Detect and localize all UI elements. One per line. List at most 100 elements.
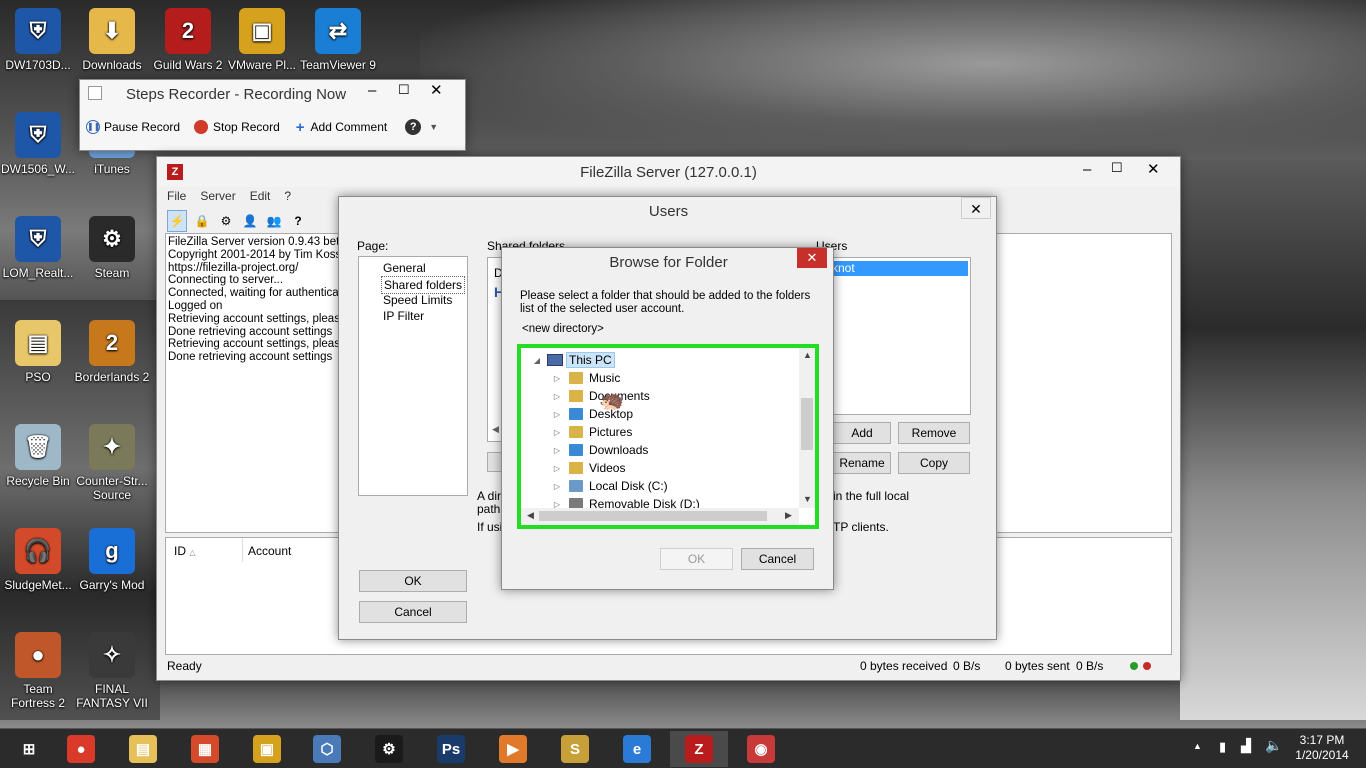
cancel-button[interactable]: Cancel — [359, 601, 467, 623]
battery-icon[interactable]: ▮ — [1219, 739, 1226, 755]
settings-icon[interactable]: ⚙ — [217, 214, 235, 228]
taskbar-vmware[interactable]: ▣ — [238, 731, 296, 767]
maximize-button[interactable]: ☐ — [1111, 160, 1123, 176]
user-item[interactable]: knot — [830, 261, 968, 276]
vertical-scrollbar[interactable]: ▲ ▼ — [799, 348, 815, 508]
groups-icon[interactable]: 👥 — [265, 214, 283, 228]
taskbar-steps-recorder[interactable]: ◉ — [732, 731, 790, 767]
chevron-down-icon[interactable]: ▼ — [429, 122, 438, 132]
show-hidden-icons-icon[interactable]: ▲ — [1193, 741, 1202, 751]
add-user-button[interactable]: Add — [833, 422, 891, 444]
close-button[interactable]: ✕ — [961, 197, 991, 219]
taskbar-filezilla[interactable]: Z — [670, 731, 728, 767]
menu-edit[interactable]: Edit — [250, 189, 271, 207]
desktop-icon[interactable]: ⛨ DW1703D... — [0, 8, 76, 72]
desktop-icon[interactable]: ⇄ TeamViewer 9 — [300, 8, 376, 72]
network-icon[interactable]: ▟ — [1241, 738, 1251, 754]
folder-icon — [569, 462, 583, 474]
desktop-icon[interactable]: 🗑 Recycle Bin — [0, 424, 76, 488]
column-account[interactable]: Account — [248, 544, 291, 558]
scroll-up-icon[interactable]: ▲ — [803, 350, 812, 360]
expand-arrow-icon[interactable]: ◢ — [531, 356, 543, 365]
menu-server[interactable]: Server — [200, 189, 235, 207]
desktop-icon[interactable]: 🎧 SludgeMet... — [0, 528, 76, 592]
menu-file[interactable]: File — [167, 189, 186, 207]
volume-icon[interactable]: 🔈 — [1265, 737, 1282, 754]
tree-item[interactable]: ▷ Local Disk (C:) — [551, 477, 668, 495]
taskbar-virtualbox[interactable]: ⬡ — [298, 731, 356, 767]
menu-help[interactable]: ? — [284, 189, 291, 207]
desktop-icon[interactable]: ✦ Counter-Str... Source — [74, 424, 150, 502]
rename-user-button[interactable]: Rename — [833, 452, 891, 474]
computer-icon — [547, 354, 563, 366]
minimize-button[interactable]: – — [1083, 161, 1091, 178]
minimize-button[interactable]: – — [368, 82, 376, 99]
taskbar-file-explorer[interactable]: ▤ — [114, 731, 172, 767]
close-button[interactable]: ✕ — [430, 81, 443, 99]
expand-arrow-icon[interactable]: ▷ — [551, 410, 563, 419]
page-shared-folders[interactable]: Shared folders — [381, 276, 466, 294]
page-speed-limits[interactable]: Speed Limits — [383, 293, 452, 307]
taskbar-start-button[interactable]: ⊞ — [0, 731, 58, 767]
desktop-icon-label: Recycle Bin — [6, 474, 70, 488]
page-ip-filter[interactable]: IP Filter — [383, 309, 424, 323]
taskbar-internet-explorer[interactable]: e — [608, 731, 666, 767]
clock[interactable]: 3:17 PM 1/20/2014 — [1286, 733, 1358, 763]
connect-icon[interactable]: ⚡ — [167, 210, 187, 232]
desktop-icon[interactable]: ⬇ Downloads — [74, 8, 150, 72]
scroll-thumb[interactable] — [801, 398, 813, 450]
taskbar-apps[interactable]: ▦ — [176, 731, 234, 767]
scroll-down-icon[interactable]: ▼ — [803, 494, 812, 504]
scroll-right-icon[interactable]: ▶ — [785, 510, 792, 521]
tree-root-this-pc[interactable]: ◢ This PC — [531, 351, 615, 369]
expand-arrow-icon[interactable]: ▷ — [551, 464, 563, 473]
help-button[interactable]: ? — [405, 119, 422, 135]
taskbar-steam[interactable]: ⚙ — [360, 731, 418, 767]
expand-arrow-icon[interactable]: ▷ — [551, 392, 563, 401]
taskbar-photoshop[interactable]: Ps — [422, 731, 480, 767]
desktop-icon[interactable]: ⛨ LOM_Realt... — [0, 216, 76, 280]
taskbar-chrome[interactable]: ● — [52, 731, 110, 767]
desktop-icon[interactable]: ⛨ DW1506_W... — [0, 112, 76, 176]
pause-record-button[interactable]: ❚❚ Pause Record — [86, 120, 180, 134]
horizontal-scrollbar[interactable]: ◀ ▶ — [521, 508, 799, 525]
tree-item[interactable]: ▷ Pictures — [551, 423, 632, 441]
expand-arrow-icon[interactable]: ▷ — [551, 374, 563, 383]
hscroll-thumb[interactable] — [539, 511, 767, 521]
taskbar-tool[interactable]: S — [546, 731, 604, 767]
tree-item[interactable]: ▷ Videos — [551, 459, 626, 477]
page-general[interactable]: General — [383, 261, 426, 275]
maximize-button[interactable]: ☐ — [398, 82, 410, 98]
desktop-icon[interactable]: ⚙ Steam — [74, 216, 150, 280]
expand-arrow-icon[interactable]: ▷ — [551, 446, 563, 455]
scroll-left-icon[interactable]: ◀ — [492, 424, 499, 435]
tree-item[interactable]: ▷ Downloads — [551, 441, 648, 459]
scroll-left-icon[interactable]: ◀ — [527, 510, 534, 521]
folder-tree[interactable]: ◢ This PC ▷ Music ▷ Documents ▷ Desktop ▷ Pictu… — [521, 348, 815, 525]
cancel-button[interactable]: Cancel — [741, 548, 814, 570]
stop-record-button[interactable]: Stop Record — [194, 120, 280, 134]
close-button[interactable]: ✕ — [1147, 160, 1160, 178]
desktop-icon[interactable]: 2 Borderlands 2 — [74, 320, 150, 384]
help-icon[interactable]: ? — [289, 214, 307, 228]
desktop-icon[interactable]: g Garry's Mod — [74, 528, 150, 592]
expand-arrow-icon[interactable]: ▷ — [551, 428, 563, 437]
add-comment-button[interactable]: + Add Comment — [296, 119, 387, 136]
desktop-icon[interactable]: ▣ VMware Pl... — [224, 8, 300, 72]
desktop-icon-label: iTunes — [94, 162, 130, 176]
users-icon[interactable]: 👤 — [241, 214, 259, 228]
copy-user-button[interactable]: Copy — [898, 452, 970, 474]
tree-item[interactable]: ▷ Music — [551, 369, 620, 387]
expand-arrow-icon[interactable]: ▷ — [551, 482, 563, 491]
column-id[interactable]: ID △ — [174, 544, 196, 558]
ok-button[interactable]: OK — [660, 548, 733, 570]
desktop-icon[interactable]: ▤ PSO — [0, 320, 76, 384]
desktop-icon[interactable]: 2 Guild Wars 2 — [150, 8, 226, 72]
ok-button[interactable]: OK — [359, 570, 467, 592]
close-button[interactable]: ✕ — [797, 248, 827, 268]
desktop-icon[interactable]: ● Team Fortress 2 — [0, 632, 76, 710]
desktop-icon[interactable]: ✧ FINAL FANTASY VII — [74, 632, 150, 710]
remove-user-button[interactable]: Remove — [898, 422, 970, 444]
taskbar-media[interactable]: ▶ — [484, 731, 542, 767]
lock-icon[interactable]: 🔒 — [193, 214, 211, 228]
